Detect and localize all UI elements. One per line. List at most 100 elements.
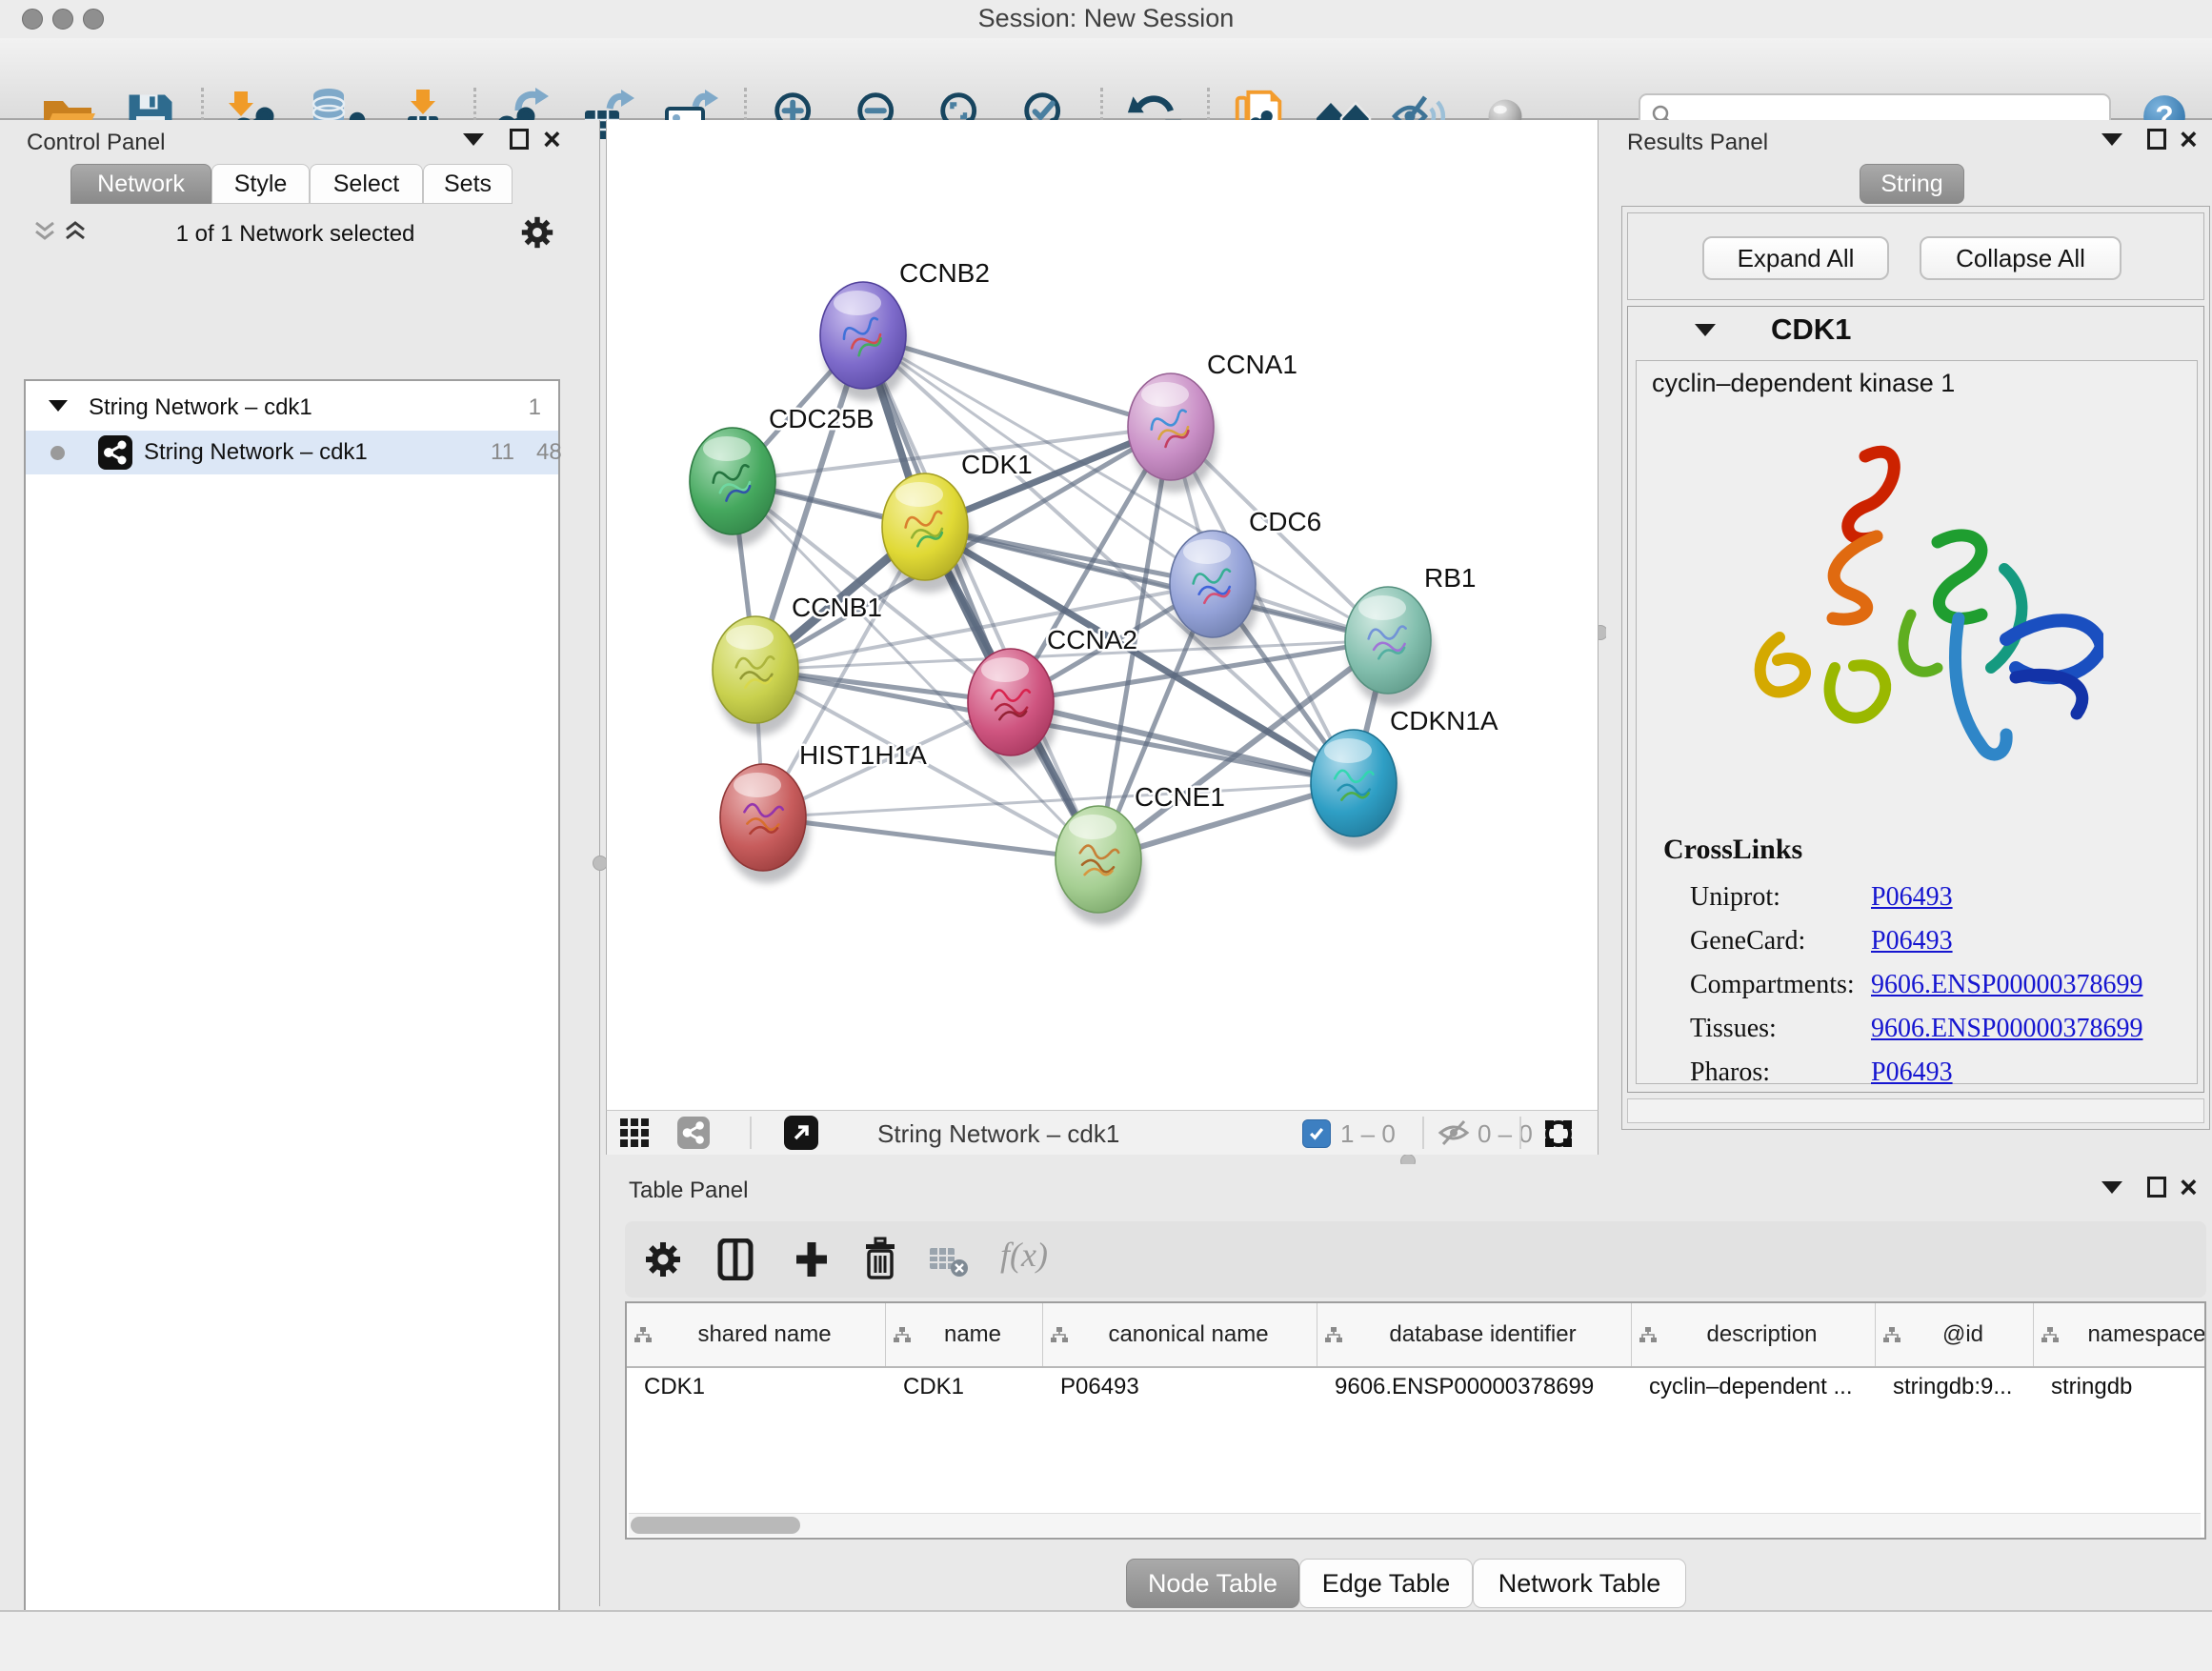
graph-node-label: CCNA2 — [1047, 625, 1137, 654]
panel-float-icon[interactable] — [510, 129, 529, 150]
panel-close-icon[interactable]: × — [2180, 128, 2198, 151]
table-cell[interactable]: CDK1 — [886, 1368, 1043, 1412]
column-header-6[interactable]: namespace — [2034, 1303, 2206, 1366]
graph-node-label: CDC6 — [1249, 507, 1321, 536]
graph-node-label: HIST1H1A — [799, 740, 927, 770]
network-list: String Network – cdk1 1 String Network –… — [24, 379, 560, 1671]
show-columns-icon[interactable] — [716, 1238, 754, 1285]
check-icon — [1307, 1124, 1326, 1143]
crosslink-link[interactable]: P06493 — [1871, 926, 1953, 956]
crosslink-label: Compartments: — [1690, 970, 1871, 1000]
table-cell[interactable]: 9606.ENSP00000378699 — [1317, 1368, 1632, 1412]
delete-column-icon[interactable] — [861, 1237, 899, 1285]
table-cell[interactable]: P06493 — [1043, 1368, 1317, 1412]
network-options-gear-icon[interactable] — [520, 215, 554, 254]
network-canvas[interactable]: CCNB2CCNA1CDC25BCDK1CDC6RB1CCNB1CCNA2CDK… — [606, 120, 1599, 1110]
panel-close-icon[interactable]: × — [543, 128, 561, 151]
graph-node-label: CDK1 — [961, 450, 1033, 479]
tab-string[interactable]: String — [1860, 164, 1964, 204]
protein-description: cyclin–dependent kinase 1 — [1652, 369, 1955, 398]
column-header-label: shared name — [652, 1321, 877, 1348]
scrollbar-thumb[interactable] — [631, 1517, 800, 1534]
table-cell[interactable]: stringdb:9... — [1876, 1368, 2034, 1412]
table-cell[interactable]: stringdb — [2034, 1368, 2206, 1412]
column-header-1[interactable]: name — [886, 1303, 1043, 1366]
birds-eye-crosshair-icon[interactable] — [1538, 1114, 1579, 1158]
collection-expand-icon[interactable] — [49, 400, 68, 412]
graph-node-HIST1H1A[interactable]: HIST1H1A — [720, 740, 927, 883]
graph-node-CCNB2[interactable]: CCNB2 — [820, 258, 990, 401]
panel-menu-icon[interactable] — [2101, 1181, 2122, 1194]
control-panel-title: Control Panel — [27, 130, 165, 156]
collapse-all-networks-icon[interactable] — [32, 219, 57, 249]
string-results-container: Expand All Collapse All CDK1 cyclin–depe… — [1621, 206, 2210, 1130]
graph-node-RB1[interactable]: RB1 — [1345, 563, 1476, 706]
column-type-icon — [1883, 1327, 1900, 1343]
hidden-count: 0 – 0 — [1478, 1119, 1533, 1149]
column-type-icon — [1639, 1327, 1657, 1343]
column-header-label: description — [1657, 1321, 1867, 1348]
crosslink-label: Uniprot: — [1690, 882, 1871, 913]
panel-float-icon[interactable] — [2147, 1177, 2166, 1198]
network-collection-row[interactable]: String Network – cdk1 1 — [26, 387, 558, 429]
crosslink-link[interactable]: P06493 — [1871, 1057, 1953, 1088]
results-scrollbar-track[interactable] — [1627, 1098, 2204, 1123]
table-gear-icon[interactable] — [644, 1240, 682, 1283]
crosslink-link[interactable]: P06493 — [1871, 882, 1953, 913]
column-header-label: name — [911, 1321, 1035, 1348]
tab-node-table[interactable]: Node Table — [1126, 1559, 1299, 1608]
column-header-0[interactable]: shared name — [627, 1303, 886, 1366]
crosslink-label: Pharos: — [1690, 1057, 1871, 1088]
collapse-all-button[interactable]: Collapse All — [1920, 236, 2122, 280]
graph-node-CCNA1[interactable]: CCNA1 — [1128, 350, 1297, 493]
network-type-icon — [98, 435, 132, 474]
graph-node-CDKN1A[interactable]: CDKN1A — [1311, 706, 1498, 849]
crosslink-row: GeneCard:P06493 — [1690, 919, 2185, 963]
network-view-mode-icon[interactable] — [677, 1117, 710, 1154]
table-cell[interactable]: cyclin–dependent ... — [1632, 1368, 1876, 1412]
graph-node-label: CDKN1A — [1390, 706, 1498, 735]
panel-menu-icon[interactable] — [463, 133, 484, 146]
tab-sets[interactable]: Sets — [423, 164, 513, 204]
crosslink-link[interactable]: 9606.ENSP00000378699 — [1871, 970, 2142, 1000]
table-row[interactable]: CDK1CDK1P064939606.ENSP00000378699cyclin… — [627, 1368, 2204, 1412]
create-column-icon[interactable] — [793, 1238, 831, 1285]
cytoscape-window: Session: New Session — [0, 0, 2212, 1671]
column-header-label: namespace — [2059, 1321, 2206, 1348]
network-selection-status: 1 of 1 Network selected — [114, 221, 476, 248]
column-header-3[interactable]: database identifier — [1317, 1303, 1632, 1366]
panel-float-icon[interactable] — [2147, 129, 2166, 150]
panel-menu-icon[interactable] — [2101, 133, 2122, 146]
expand-all-networks-icon[interactable] — [63, 219, 88, 249]
tab-network-table[interactable]: Network Table — [1473, 1559, 1686, 1608]
graph-node-label: CCNA1 — [1207, 350, 1297, 379]
column-header-2[interactable]: canonical name — [1043, 1303, 1317, 1366]
node-table[interactable]: shared name name canonical namedatabase id… — [625, 1301, 2206, 1540]
column-header-5[interactable]: @id — [1876, 1303, 2034, 1366]
protein-section: CDK1 cyclin–dependent kinase 1 — [1627, 306, 2204, 1093]
main-toolbar: ? — [0, 38, 2212, 120]
crosslink-row: Compartments:9606.ENSP00000378699 — [1690, 963, 2185, 1007]
network-graph[interactable]: CCNB2CCNA1CDC25BCDK1CDC6RB1CCNB1CCNA2CDK… — [607, 120, 1598, 1108]
graph-node-CCNA2[interactable]: CCNA2 — [968, 625, 1137, 768]
column-header-4[interactable]: description — [1632, 1303, 1876, 1366]
tab-network[interactable]: Network — [70, 164, 211, 204]
table-cell[interactable]: CDK1 — [627, 1368, 886, 1412]
detach-view-icon[interactable] — [784, 1116, 818, 1155]
tab-select[interactable]: Select — [310, 164, 423, 204]
network-row-selected[interactable]: String Network – cdk1 11 48 — [26, 431, 558, 474]
status-bar: Memory — [0, 1610, 2212, 1671]
table-hscrollbar[interactable] — [629, 1513, 2201, 1537]
crosslink-row: Uniprot:P06493 — [1690, 876, 2185, 919]
tab-edge-table[interactable]: Edge Table — [1299, 1559, 1473, 1608]
expand-all-button[interactable]: Expand All — [1702, 236, 1889, 280]
grid-view-icon[interactable] — [620, 1118, 649, 1152]
hidden-eye-icon — [1438, 1119, 1470, 1151]
graph-node-label: CDC25B — [769, 404, 874, 433]
protein-collapse-icon[interactable] — [1695, 324, 1716, 336]
panel-close-icon[interactable]: × — [2180, 1176, 2198, 1198]
graph-node-CCNE1[interactable]: CCNE1 — [1056, 782, 1225, 925]
tab-style[interactable]: Style — [211, 164, 310, 204]
selected-count-checkbox[interactable] — [1302, 1119, 1331, 1148]
crosslink-link[interactable]: 9606.ENSP00000378699 — [1871, 1014, 2142, 1044]
